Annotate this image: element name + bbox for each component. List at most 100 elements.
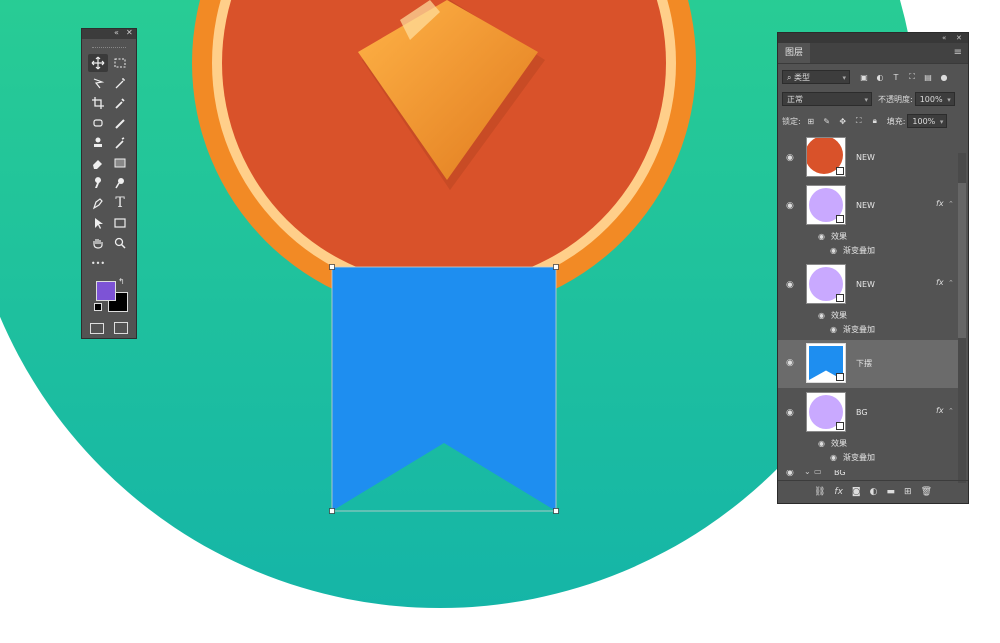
more-icon[interactable]: ••• <box>88 254 108 272</box>
layer-row-selected[interactable]: ◉ 下摆 <box>778 340 958 388</box>
blur-icon[interactable] <box>88 174 108 192</box>
eraser-icon[interactable] <box>88 154 108 172</box>
layer-row[interactable]: ◉ BG fx ⌃ ◉ 效果 ◉ 渐变叠加 <box>778 390 958 470</box>
hand-icon[interactable] <box>88 234 108 252</box>
filter-kind-select[interactable]: ⌕ 类型 ▾ <box>782 70 850 84</box>
chevron-up-icon[interactable]: ⌃ <box>948 200 954 208</box>
collapse-icon[interactable]: « <box>942 33 946 43</box>
panel-menu-icon[interactable]: ≡ <box>954 47 962 58</box>
path-select-icon[interactable] <box>88 214 108 232</box>
new-layer-icon[interactable]: ⊞ <box>904 487 912 497</box>
visibility-eye-icon[interactable]: ◉ <box>786 358 798 368</box>
visibility-eye-icon[interactable]: ◉ <box>818 232 828 241</box>
handle-br[interactable] <box>553 508 559 514</box>
lock-transparent-icon[interactable]: ⊞ <box>805 115 817 127</box>
smart-object-icon <box>836 373 844 381</box>
layers-bottom-toolbar: ⛓ fx ◙ ◐ ▬ ⊞ 🗑︎ <box>778 480 968 503</box>
lock-label: 锁定: <box>782 116 801 126</box>
lock-position-icon[interactable]: ✥ <box>837 115 849 127</box>
chevron-down-icon[interactable]: ⌄ <box>804 470 811 476</box>
folder-icon[interactable]: ▬ <box>887 487 896 497</box>
handle-bl[interactable] <box>329 508 335 514</box>
layer-group-row[interactable]: ◉ ⌄ ▭ BG <box>778 470 958 480</box>
close-icon[interactable]: ✕ <box>956 33 962 43</box>
image-filter-icon[interactable]: ▣ <box>858 71 870 83</box>
effect-row[interactable]: ◉ 渐变叠加 <box>830 245 875 256</box>
crop-icon[interactable] <box>88 94 108 112</box>
effects-row[interactable]: ◉ 效果 <box>818 438 847 449</box>
adjustment-filter-icon[interactable]: ◐ <box>874 71 886 83</box>
handle-tl[interactable] <box>329 264 335 270</box>
visibility-eye-icon[interactable]: ◉ <box>786 153 798 163</box>
handle-tr[interactable] <box>553 264 559 270</box>
foreground-color-swatch[interactable] <box>96 281 116 301</box>
effect-row[interactable]: ◉ 渐变叠加 <box>830 452 875 463</box>
fx-icon[interactable]: fx <box>834 487 843 497</box>
lock-all-icon[interactable]: 🔒︎ <box>869 115 881 127</box>
visibility-eye-icon[interactable]: ◉ <box>786 408 798 418</box>
quick-mask-icon[interactable] <box>90 323 104 334</box>
chevron-up-icon[interactable]: ⌃ <box>948 407 954 415</box>
effects-row[interactable]: ◉ 效果 <box>818 231 847 242</box>
close-icon[interactable]: ✕ <box>126 28 133 38</box>
layers-titlebar[interactable]: « ✕ <box>778 33 968 43</box>
screen-mode-icon[interactable] <box>114 322 128 334</box>
visibility-eye-icon[interactable]: ◉ <box>818 311 828 320</box>
effects-row[interactable]: ◉ 效果 <box>818 310 847 321</box>
move-icon[interactable] <box>88 54 108 72</box>
mask-icon[interactable]: ◙ <box>852 487 861 497</box>
collapse-icon[interactable]: « <box>114 28 119 38</box>
type-filter-icon[interactable]: T <box>890 71 902 83</box>
layer-row[interactable]: ◉ NEW fx ⌃ ◉ 效果 ◉ 渐变叠加 <box>778 262 958 342</box>
history-brush-icon[interactable] <box>110 134 130 152</box>
shape-filter-icon[interactable]: ⛶ <box>906 71 918 83</box>
stamp-icon[interactable] <box>88 134 108 152</box>
blend-mode-select[interactable]: 正常 ▾ <box>782 92 872 106</box>
visibility-eye-icon[interactable]: ◉ <box>818 439 828 448</box>
tools-titlebar[interactable]: « ✕ <box>82 28 136 39</box>
fx-badge[interactable]: fx <box>936 406 944 415</box>
zoom-icon[interactable] <box>110 234 130 252</box>
gradient-icon[interactable] <box>110 154 130 172</box>
healing-icon[interactable] <box>88 114 108 132</box>
lock-image-icon[interactable]: ✎ <box>821 115 833 127</box>
swap-colors-icon[interactable]: ↰ <box>118 277 125 286</box>
visibility-eye-icon[interactable]: ◉ <box>786 280 798 290</box>
tab-layers[interactable]: 图层 <box>778 43 810 63</box>
smart-object-filter-icon[interactable]: ▤ <box>922 71 934 83</box>
trash-icon[interactable]: 🗑︎ <box>921 487 932 497</box>
rectangle-icon[interactable] <box>110 214 130 232</box>
scrollbar-thumb[interactable] <box>958 183 966 338</box>
brush-icon[interactable] <box>110 114 130 132</box>
visibility-eye-icon[interactable]: ◉ <box>830 325 840 334</box>
effect-row[interactable]: ◉ 渐变叠加 <box>830 324 875 335</box>
layer-row[interactable]: ◉ NEW <box>778 133 958 181</box>
type-icon[interactable]: T <box>110 194 130 212</box>
default-colors-icon[interactable] <box>94 303 102 311</box>
filter-toggle-icon[interactable]: ● <box>938 71 950 83</box>
lock-artboard-icon[interactable]: ⛶ <box>853 115 865 127</box>
blend-mode-value: 正常 <box>787 95 803 104</box>
dodge-icon[interactable] <box>110 174 130 192</box>
visibility-eye-icon[interactable]: ◉ <box>786 201 798 211</box>
effect-label: 渐变叠加 <box>843 325 875 334</box>
eyedropper-icon[interactable] <box>110 94 130 112</box>
search-icon: ⌕ <box>787 73 795 82</box>
link-icon[interactable]: ⛓ <box>814 487 825 497</box>
chevron-down-icon: ▾ <box>864 96 868 104</box>
fx-badge[interactable]: fx <box>936 199 944 208</box>
lasso-icon[interactable] <box>88 74 108 92</box>
magic-wand-icon[interactable] <box>110 74 130 92</box>
pen-icon[interactable] <box>88 194 108 212</box>
layer-row[interactable]: ◉ NEW fx ⌃ ◉ 效果 ◉ 渐变叠加 <box>778 183 958 263</box>
visibility-eye-icon[interactable]: ◉ <box>786 470 798 478</box>
marquee-icon[interactable] <box>110 54 130 72</box>
fx-badge[interactable]: fx <box>936 278 944 287</box>
opacity-input[interactable]: 100% ▾ <box>914 92 955 106</box>
visibility-eye-icon[interactable]: ◉ <box>830 246 840 255</box>
adjustment-icon[interactable]: ◐ <box>870 487 878 497</box>
fill-input[interactable]: 100% ▾ <box>907 114 948 128</box>
visibility-eye-icon[interactable]: ◉ <box>830 453 840 462</box>
chevron-up-icon[interactable]: ⌃ <box>948 279 954 287</box>
tools-grip[interactable] <box>92 39 126 48</box>
